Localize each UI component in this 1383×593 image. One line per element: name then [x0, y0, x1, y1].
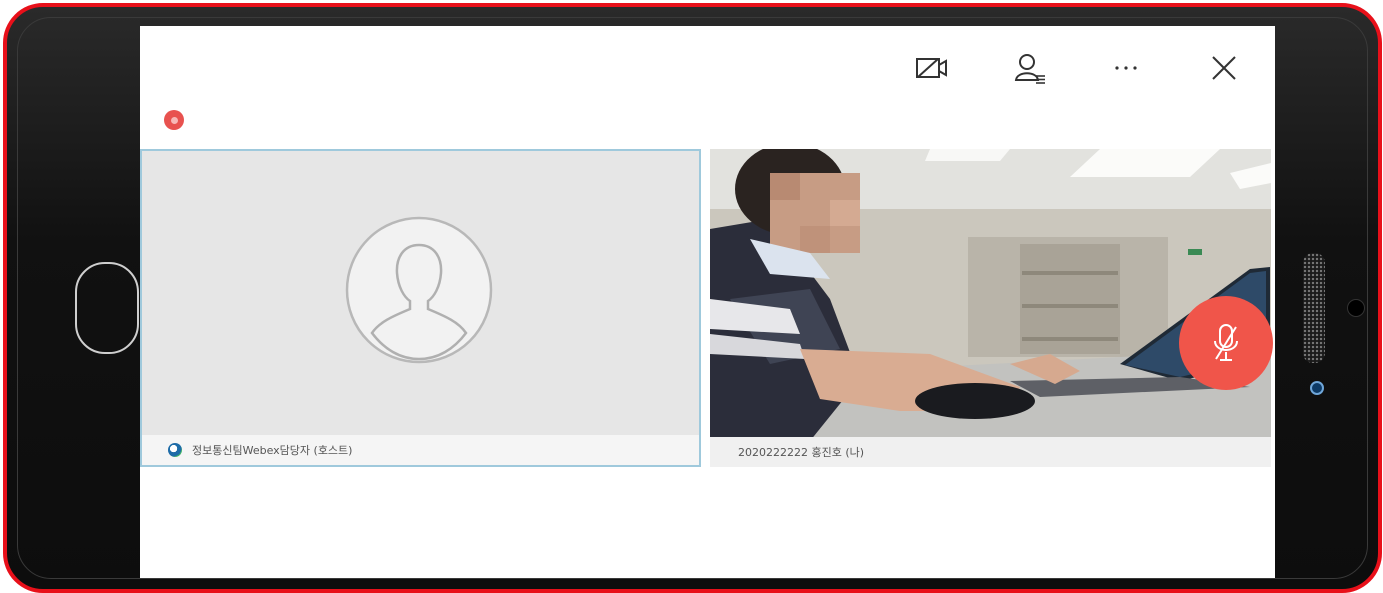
- participant-tile-self[interactable]: 2020222222 홍진호 (나): [710, 149, 1271, 467]
- video-off-button[interactable]: [912, 48, 952, 88]
- more-options-button[interactable]: [1106, 48, 1146, 88]
- host-icon: [168, 443, 182, 457]
- close-icon: [1212, 56, 1236, 80]
- participants-button[interactable]: [1010, 48, 1050, 88]
- record-icon: [164, 110, 184, 130]
- speaker-grille: [1303, 253, 1325, 363]
- participant-name: 정보통신팀Webex담당자 (호스트): [192, 444, 353, 457]
- proximity-sensor: [1310, 381, 1324, 395]
- participants-icon: [1014, 54, 1045, 84]
- participant-tile-host[interactable]: 정보통신팀Webex담당자 (호스트): [140, 149, 701, 467]
- home-button[interactable]: [75, 262, 139, 354]
- participant-name-bar: 2020222222 홍진호 (나): [710, 437, 1271, 467]
- participant-name-bar: 정보통신팀Webex담당자 (호스트): [142, 435, 699, 465]
- front-camera: [1347, 299, 1365, 317]
- participant-name: 2020222222 홍진호 (나): [738, 446, 865, 459]
- more-icon: [1115, 66, 1137, 70]
- avatar-placeholder-icon: [345, 216, 493, 364]
- unmute-button[interactable]: [1179, 296, 1273, 390]
- microphone-muted-icon: [1214, 324, 1238, 361]
- close-button[interactable]: [1204, 48, 1244, 88]
- video-feed: [710, 149, 1271, 441]
- meeting-screen: 정보통신팀Webex담당자 (호스트) 2020222222 홍진호 (나): [140, 26, 1275, 578]
- video-off-icon: [916, 58, 947, 78]
